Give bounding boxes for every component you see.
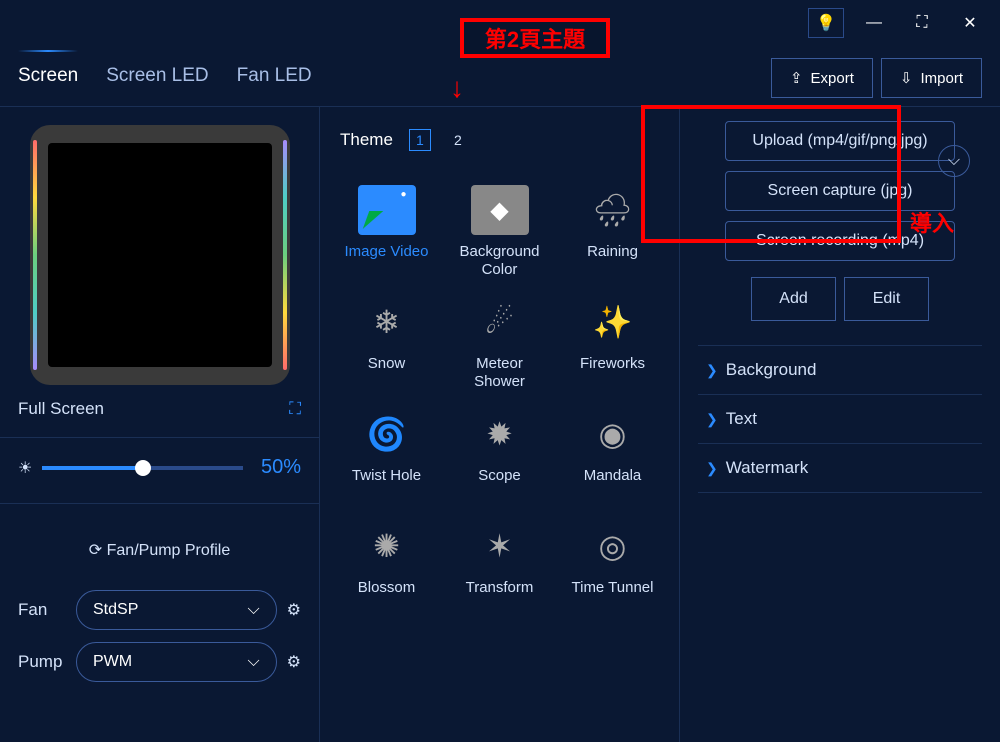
- chevron-right-icon: ❯: [706, 362, 718, 379]
- close-button[interactable]: ✕: [952, 8, 988, 38]
- import-icon: ⇩: [900, 69, 913, 87]
- scope-icon: ✹: [471, 409, 529, 459]
- effect-background-color[interactable]: ◆Background Color: [445, 181, 554, 283]
- theme-2-button[interactable]: 2: [447, 129, 469, 151]
- screen-capture-button[interactable]: Screen capture (jpg): [725, 171, 955, 211]
- effect-mandala[interactable]: ◉Mandala: [558, 405, 667, 507]
- annotation-arrow-icon: ↓: [450, 72, 464, 104]
- effect-time-tunnel[interactable]: ◎Time Tunnel: [558, 517, 667, 619]
- add-button[interactable]: Add: [751, 277, 836, 321]
- effect-meteor-shower[interactable]: ☄Meteor Shower: [445, 293, 554, 395]
- effect-image-video[interactable]: Image Video: [332, 181, 441, 283]
- chevron-right-icon: ❯: [706, 411, 718, 428]
- fan-settings-icon[interactable]: ⚙: [287, 600, 301, 620]
- accordion-background[interactable]: ❯Background: [698, 346, 982, 395]
- tab-screen-led[interactable]: Screen LED: [106, 65, 208, 99]
- twist-icon: 🌀: [358, 409, 416, 459]
- upload-button[interactable]: Upload (mp4/gif/png/jpg): [725, 121, 955, 161]
- tip-button[interactable]: 💡: [808, 8, 844, 38]
- fireworks-icon: ✨: [584, 297, 642, 347]
- export-icon: ⇪: [790, 69, 803, 87]
- left-panel: Full Screen ⛶ ☀ 50% Fan/Pump Profile Fan…: [0, 107, 320, 742]
- right-panel: Upload (mp4/gif/png/jpg) Screen capture …: [680, 107, 1000, 742]
- accordion-text[interactable]: ❯Text: [698, 395, 982, 444]
- screen-preview: [30, 125, 290, 385]
- maximize-button[interactable]: ⛶: [904, 8, 940, 38]
- theme-label: Theme: [340, 130, 393, 150]
- effect-fireworks[interactable]: ✨Fireworks: [558, 293, 667, 395]
- effect-blossom[interactable]: ✺Blossom: [332, 517, 441, 619]
- snow-icon: ❄: [358, 297, 416, 347]
- theme-1-button[interactable]: 1: [409, 129, 431, 151]
- brightness-slider[interactable]: [42, 466, 243, 470]
- fullscreen-icon[interactable]: ⛶: [289, 399, 301, 419]
- led-strip-left: [33, 140, 37, 370]
- effect-transform[interactable]: ✶Transform: [445, 517, 554, 619]
- edit-button[interactable]: Edit: [844, 277, 929, 321]
- annotation-import-label: 導入: [910, 206, 954, 238]
- accordion-watermark[interactable]: ❯Watermark: [698, 444, 982, 493]
- chevron-down-icon: ⌵: [248, 601, 260, 619]
- pump-label: Pump: [18, 652, 66, 672]
- lightbulb-icon: 💡: [816, 13, 836, 33]
- chevron-down-icon: ⌵: [948, 152, 960, 170]
- effect-raining[interactable]: 🌧Raining: [558, 181, 667, 283]
- led-strip-right: [283, 140, 287, 370]
- import-button[interactable]: ⇩Import: [881, 58, 982, 98]
- transform-icon: ✶: [471, 521, 529, 571]
- meteor-icon: ☄: [471, 297, 529, 347]
- pump-settings-icon[interactable]: ⚙: [287, 652, 301, 672]
- effect-scope[interactable]: ✹Scope: [445, 405, 554, 507]
- effect-snow[interactable]: ❄Snow: [332, 293, 441, 395]
- middle-panel: Theme 1 2 Image Video ◆Background Color …: [320, 107, 680, 742]
- blossom-icon: ✺: [358, 521, 416, 571]
- annotation-box-page2: 第2頁主題: [460, 18, 610, 58]
- pump-select[interactable]: PWM⌵: [76, 642, 277, 682]
- tab-fan-led[interactable]: Fan LED: [237, 65, 312, 99]
- image-video-icon: [358, 185, 416, 235]
- chevron-down-icon: ⌵: [248, 653, 260, 671]
- raining-icon: 🌧: [584, 185, 642, 235]
- fan-select[interactable]: StdSP⌵: [76, 590, 277, 630]
- brightness-icon: ☀: [18, 458, 32, 478]
- effect-twist-hole[interactable]: 🌀Twist Hole: [332, 405, 441, 507]
- tunnel-icon: ◎: [584, 521, 642, 571]
- chevron-right-icon: ❯: [706, 460, 718, 477]
- brightness-value: 50%: [261, 456, 301, 479]
- fullscreen-label: Full Screen: [18, 399, 104, 419]
- dropdown-button[interactable]: ⌵: [938, 145, 970, 177]
- bgcolor-icon: ◆: [471, 185, 529, 235]
- fan-pump-profile-link[interactable]: Fan/Pump Profile: [18, 540, 301, 560]
- mandala-icon: ◉: [584, 409, 642, 459]
- tab-screen[interactable]: Screen: [18, 65, 78, 99]
- export-button[interactable]: ⇪Export: [771, 58, 873, 98]
- minimize-button[interactable]: —: [856, 8, 892, 38]
- fan-label: Fan: [18, 600, 66, 620]
